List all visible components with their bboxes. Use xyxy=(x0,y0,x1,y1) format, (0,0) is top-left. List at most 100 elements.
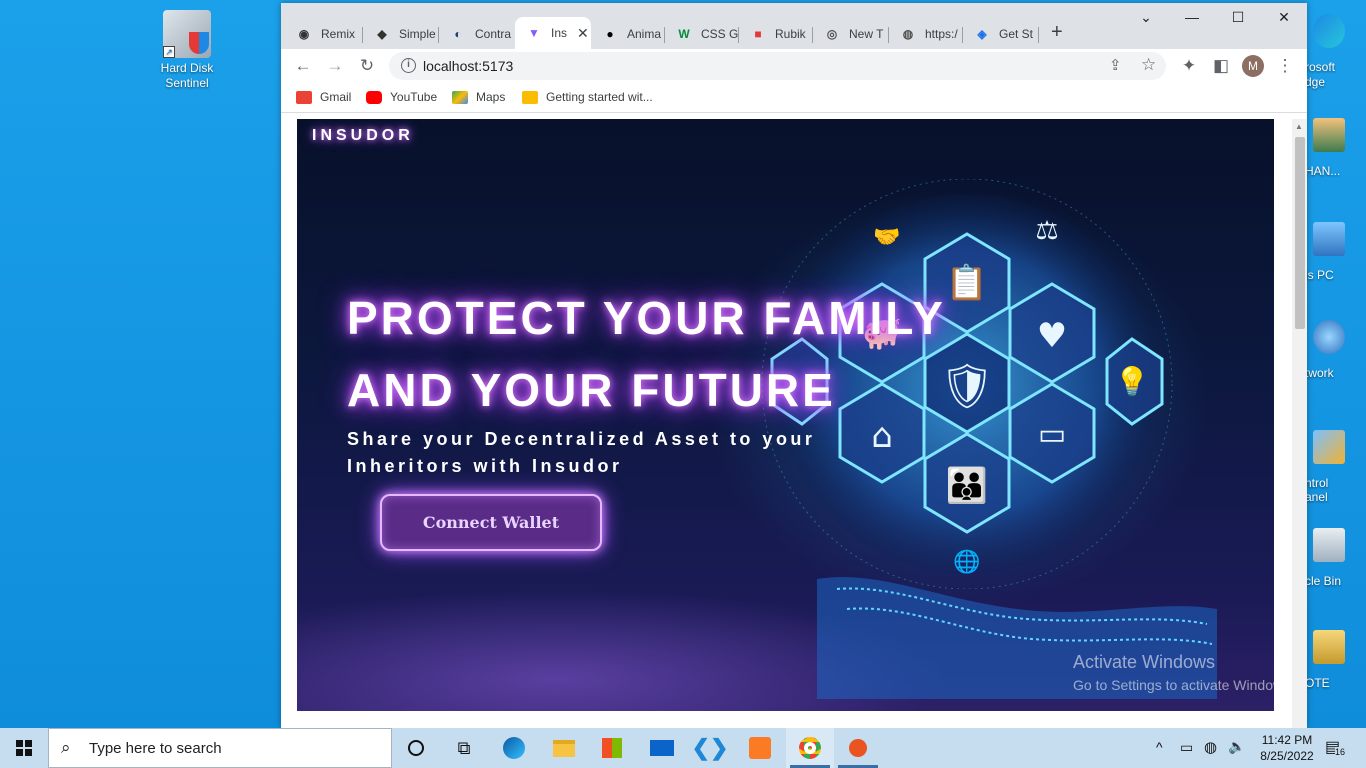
menu-kebab-icon[interactable]: ⋮ xyxy=(1274,55,1296,77)
show-hidden-icons-button[interactable]: ^ xyxy=(1156,739,1163,768)
gmail-icon xyxy=(296,90,312,104)
minimize-button[interactable]: — xyxy=(1169,9,1215,33)
hard-disk-icon: ↗ xyxy=(163,10,211,58)
address-bar[interactable]: i localhost:5173 ⇪ ☆ xyxy=(389,52,1166,80)
page-viewport: INSUDOR 🛡 📋 ♥ 👪 ▭ 🐖 ⌂ 💡 ⚖ 🤝 🌐 PROTECT YO… xyxy=(281,119,1307,728)
desktop-icon-edge[interactable]: rosoft dge xyxy=(1305,14,1366,90)
maximize-button[interactable]: ☐ xyxy=(1215,9,1261,33)
site-info-icon[interactable]: i xyxy=(401,58,416,73)
cortana-icon xyxy=(408,740,424,756)
task-view-button[interactable]: ⧉ xyxy=(440,728,488,768)
tab-rubik[interactable]: ■ Rubik xyxy=(739,19,813,49)
tab-css-grid[interactable]: W CSS Gr xyxy=(665,19,739,49)
back-button[interactable]: ← xyxy=(292,55,314,77)
tab-label: Anima xyxy=(627,27,662,41)
scroll-up-arrow-icon[interactable]: ▲ xyxy=(1295,122,1303,131)
desktop-icon-control-panel[interactable]: ntrol anel xyxy=(1305,430,1366,504)
desktop-icon-user[interactable]: HAN... xyxy=(1305,118,1366,178)
user-folder-icon xyxy=(1313,118,1345,152)
desktop-icon-note[interactable]: OTE xyxy=(1305,630,1366,690)
w-icon: W xyxy=(678,27,690,41)
url-text: localhost:5173 xyxy=(423,58,514,74)
tab-insudor-active[interactable]: ▼ Ins ✕ xyxy=(515,17,591,49)
bookmark-youtube[interactable]: YouTube xyxy=(366,90,437,104)
store-icon xyxy=(602,738,622,758)
desktop-icon-label: twork xyxy=(1305,366,1334,380)
profile-avatar[interactable]: M xyxy=(1242,55,1264,77)
taskbar-edge[interactable] xyxy=(490,728,538,768)
taskbar-xampp[interactable] xyxy=(736,728,784,768)
desktop-icon-label: rosoft dge xyxy=(1305,60,1336,89)
svg-text:♥: ♥ xyxy=(1037,316,1067,356)
taskbar-clock[interactable]: 11:42 PM 8/25/2022 xyxy=(1252,732,1322,764)
new-tab-button[interactable]: + xyxy=(1051,21,1063,44)
hard-disk-sentinel-icon[interactable]: ↗ Hard Disk Sentinel xyxy=(148,10,226,91)
start-button[interactable] xyxy=(0,728,48,768)
scrollbar-thumb[interactable] xyxy=(1295,137,1305,329)
svg-text:👪: 👪 xyxy=(946,466,988,506)
clock-date: 8/25/2022 xyxy=(1260,749,1314,763)
taskbar-ubuntu[interactable] xyxy=(834,728,882,768)
tab-remix[interactable]: ◉ Remix xyxy=(285,19,363,49)
anima-icon: ● xyxy=(606,27,614,41)
tab-strip: ◉ Remix ◆ Simple ◐ Contra ▼ Ins ✕ ● Anim… xyxy=(281,3,1307,49)
vertical-scrollbar[interactable]: ▲ xyxy=(1292,119,1307,728)
tab-label: Get St xyxy=(999,27,1034,41)
chrome-icon: ◎ xyxy=(826,27,838,41)
tab-new-tab[interactable]: ◎ New T xyxy=(813,19,889,49)
contract-icon: ◐ xyxy=(454,27,462,41)
side-panel-icon[interactable]: ◧ xyxy=(1210,55,1232,77)
tab-contract[interactable]: ◐ Contra xyxy=(439,19,515,49)
zip-folder-icon xyxy=(1313,630,1345,664)
bookmark-label: YouTube xyxy=(390,90,438,104)
taskbar-vscode[interactable]: ❮❯ xyxy=(686,728,734,768)
youtube-icon xyxy=(366,90,382,104)
globe-icon: ◍ xyxy=(902,27,914,41)
cortana-button[interactable] xyxy=(392,728,440,768)
notification-center-button[interactable]: ▤ 16 xyxy=(1325,737,1347,768)
desktop-icon-label: OTE xyxy=(1305,676,1330,690)
bookmark-star-icon[interactable]: ☆ xyxy=(1141,55,1156,75)
close-tab-icon[interactable]: ✕ xyxy=(577,25,589,42)
network-globe-icon[interactable]: ◍ xyxy=(1204,738,1217,768)
bookmark-gmail[interactable]: Gmail xyxy=(296,90,351,104)
getting-started-icon xyxy=(522,90,538,104)
taskbar-mail[interactable] xyxy=(638,728,686,768)
taskbar: ⌕ Type here to search ⧉ ❮❯ ^ ▭ ◍ 🔈 11:42… xyxy=(0,728,1366,768)
tab-simple[interactable]: ◆ Simple xyxy=(363,19,439,49)
bookmark-getting-started[interactable]: Getting started wit... xyxy=(522,90,653,104)
subtitle-line: Inheritors with Insudor xyxy=(347,456,623,476)
volume-icon[interactable]: 🔈 xyxy=(1228,738,1245,768)
taskbar-store[interactable] xyxy=(588,728,636,768)
tab-https[interactable]: ◍ https:/ xyxy=(889,19,963,49)
forward-button[interactable]: → xyxy=(324,55,346,77)
extensions-icon[interactable]: ✦ xyxy=(1178,55,1200,77)
connect-wallet-button[interactable]: Connect Wallet xyxy=(380,494,602,551)
tab-search-button[interactable]: ⌄ xyxy=(1123,9,1169,33)
get-started-icon: ◈ xyxy=(977,27,987,41)
bookmark-maps[interactable]: Maps xyxy=(452,90,505,104)
tab-label: https:/ xyxy=(925,27,958,41)
svg-text:🤝: 🤝 xyxy=(873,225,900,250)
brand-logo[interactable]: INSUDOR xyxy=(312,127,414,145)
tab-anima[interactable]: ● Anima xyxy=(591,19,665,49)
taskbar-search-box[interactable]: ⌕ Type here to search xyxy=(48,728,392,768)
browser-toolbar: ← → ↻ i localhost:5173 ⇪ ☆ ✦ ◧ M ⋮ xyxy=(281,49,1307,83)
desktop-icon-label: HAN... xyxy=(1305,164,1341,178)
svg-text:💡: 💡 xyxy=(1115,365,1150,398)
desktop-icon-this-pc[interactable]: is PC xyxy=(1305,222,1366,282)
desktop-icon-network[interactable]: twork xyxy=(1305,320,1366,380)
close-window-button[interactable]: ✕ xyxy=(1261,9,1307,33)
desktop-icon-label: cle Bin xyxy=(1305,574,1342,588)
folder-icon xyxy=(553,739,575,757)
battery-icon[interactable]: ▭ xyxy=(1180,739,1193,768)
share-icon[interactable]: ⇪ xyxy=(1109,56,1122,74)
mail-icon xyxy=(650,740,674,756)
tab-get-started[interactable]: ◈ Get St xyxy=(963,19,1039,49)
taskbar-chrome[interactable] xyxy=(786,728,834,768)
desktop-icon-recycle-bin[interactable]: cle Bin xyxy=(1305,528,1366,588)
xampp-icon xyxy=(749,737,771,759)
reload-button[interactable]: ↻ xyxy=(356,55,378,77)
control-panel-icon xyxy=(1313,430,1345,464)
taskbar-file-explorer[interactable] xyxy=(540,728,588,768)
